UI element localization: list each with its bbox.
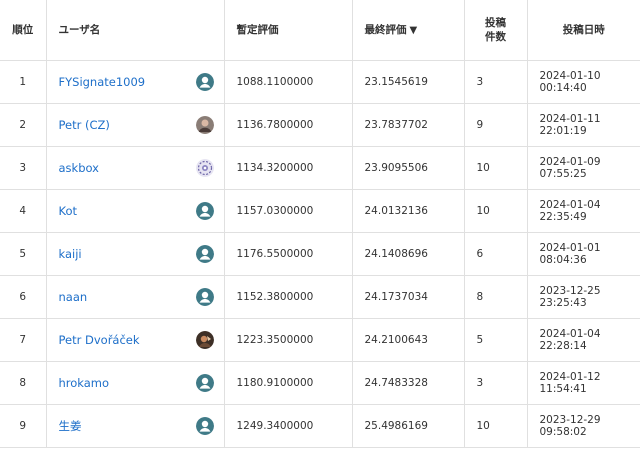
provisional-score-cell: 1249.3400000 bbox=[223, 404, 352, 448]
leaderboard-table: 順位 ユーザ名 暫定評価 最終評価 ▼ 投稿 件数 投稿日時 1 FYSignat… bbox=[0, 0, 640, 448]
submission-date-cell: 2024-01-01 08:04:36 bbox=[526, 232, 640, 276]
user-cell: kaiji bbox=[45, 232, 224, 276]
default-avatar-icon[interactable] bbox=[195, 373, 214, 392]
final-score-cell: 23.1545619 bbox=[351, 60, 464, 104]
final-score-cell: 25.4986169 bbox=[351, 404, 464, 448]
username-link[interactable]: hrokamo bbox=[59, 376, 110, 390]
header-rank[interactable]: 順位 bbox=[0, 0, 46, 61]
username-link[interactable]: Petr Dvořáček bbox=[59, 333, 140, 347]
submission-date-cell: 2024-01-10 00:14:40 bbox=[526, 60, 640, 104]
submission-count-cell: 3 bbox=[463, 60, 527, 104]
submission-count-cell: 5 bbox=[463, 318, 527, 362]
provisional-score-cell: 1223.3500000 bbox=[223, 318, 352, 362]
avatar[interactable] bbox=[195, 115, 214, 134]
user-cell: Petr Dvořáček bbox=[45, 318, 224, 362]
final-score-cell: 24.2100643 bbox=[351, 318, 464, 362]
submission-count-cell: 8 bbox=[463, 275, 527, 319]
header-final-score[interactable]: 最終評価 ▼ bbox=[351, 0, 464, 61]
final-score-cell: 24.1408696 bbox=[351, 232, 464, 276]
submission-date-cell: 2024-01-09 07:55:25 bbox=[526, 146, 640, 190]
submission-date-cell: 2023-12-29 09:58:02 bbox=[526, 404, 640, 448]
table-row: 4 Kot 1157.0300000 24.0132136 10 2024-01… bbox=[0, 189, 640, 233]
provisional-score-cell: 1176.5500000 bbox=[223, 232, 352, 276]
table-row: 3 askbox 1134.3200000 23.9095506 10 2024… bbox=[0, 146, 640, 190]
submission-date-cell: 2024-01-04 22:28:14 bbox=[526, 318, 640, 362]
final-score-cell: 23.7837702 bbox=[351, 103, 464, 147]
header-count-line1: 投稿 bbox=[485, 16, 506, 29]
final-score-cell: 24.1737034 bbox=[351, 275, 464, 319]
sort-desc-icon: ▼ bbox=[409, 25, 418, 37]
header-provisional-score[interactable]: 暫定評価 bbox=[223, 0, 352, 61]
provisional-score-cell: 1157.0300000 bbox=[223, 189, 352, 233]
default-avatar-icon[interactable] bbox=[195, 416, 214, 435]
table-row: 2 Petr (CZ) 1136.7800000 23.7837702 9 20… bbox=[0, 103, 640, 147]
submission-date-cell: 2024-01-12 11:54:41 bbox=[526, 361, 640, 405]
user-cell: naan bbox=[45, 275, 224, 319]
provisional-score-cell: 1180.9100000 bbox=[223, 361, 352, 405]
username-link[interactable]: askbox bbox=[59, 161, 100, 175]
header-count-line2: 件数 bbox=[485, 30, 506, 43]
rank-cell: 9 bbox=[0, 404, 46, 448]
final-score-cell: 24.0132136 bbox=[351, 189, 464, 233]
username-link[interactable]: naan bbox=[59, 290, 88, 304]
table-row: 8 hrokamo 1180.9100000 24.7483328 3 2024… bbox=[0, 361, 640, 405]
rank-cell: 3 bbox=[0, 146, 46, 190]
user-cell: Petr (CZ) bbox=[45, 103, 224, 147]
default-avatar-icon[interactable] bbox=[195, 201, 214, 220]
header-username[interactable]: ユーザ名 bbox=[45, 0, 224, 61]
header-final-score-label: 最終評価 bbox=[364, 24, 407, 37]
submission-date-cell: 2023-12-25 23:25:43 bbox=[526, 275, 640, 319]
submission-date-cell: 2024-01-11 22:01:19 bbox=[526, 103, 640, 147]
default-avatar-icon[interactable] bbox=[195, 287, 214, 306]
final-score-cell: 23.9095506 bbox=[351, 146, 464, 190]
rank-cell: 7 bbox=[0, 318, 46, 362]
submission-count-cell: 10 bbox=[463, 189, 527, 233]
table-row: 7 Petr Dvořáček 1223.3500000 24.2100643 … bbox=[0, 318, 640, 362]
username-link[interactable]: FYSignate1009 bbox=[59, 75, 146, 89]
username-link[interactable]: kaiji bbox=[59, 247, 82, 261]
default-avatar-icon[interactable] bbox=[195, 72, 214, 91]
user-cell: 生姜 bbox=[45, 404, 224, 448]
rank-cell: 5 bbox=[0, 232, 46, 276]
username-link[interactable]: Petr (CZ) bbox=[59, 118, 110, 132]
avatar[interactable] bbox=[195, 330, 214, 349]
default-avatar-icon[interactable] bbox=[195, 244, 214, 263]
rank-cell: 6 bbox=[0, 275, 46, 319]
user-cell: FYSignate1009 bbox=[45, 60, 224, 104]
provisional-score-cell: 1088.1100000 bbox=[223, 60, 352, 104]
rank-cell: 4 bbox=[0, 189, 46, 233]
user-cell: Kot bbox=[45, 189, 224, 233]
table-row: 9 生姜 1249.3400000 25.4986169 10 2023-12-… bbox=[0, 404, 640, 448]
rank-cell: 2 bbox=[0, 103, 46, 147]
leaderboard-body: 1 FYSignate1009 1088.1100000 23.1545619 … bbox=[0, 60, 640, 448]
submission-count-cell: 3 bbox=[463, 361, 527, 405]
user-cell: hrokamo bbox=[45, 361, 224, 405]
user-cell: askbox bbox=[45, 146, 224, 190]
header-submission-date[interactable]: 投稿日時 bbox=[526, 0, 640, 61]
username-link[interactable]: Kot bbox=[59, 204, 78, 218]
submission-date-cell: 2024-01-04 22:35:49 bbox=[526, 189, 640, 233]
provisional-score-cell: 1134.3200000 bbox=[223, 146, 352, 190]
rank-cell: 8 bbox=[0, 361, 46, 405]
submission-count-cell: 6 bbox=[463, 232, 527, 276]
header-row: 順位 ユーザ名 暫定評価 最終評価 ▼ 投稿 件数 投稿日時 bbox=[0, 0, 640, 61]
username-link[interactable]: 生姜 bbox=[59, 418, 82, 434]
rank-cell: 1 bbox=[0, 60, 46, 104]
avatar[interactable] bbox=[195, 158, 214, 177]
provisional-score-cell: 1136.7800000 bbox=[223, 103, 352, 147]
submission-count-cell: 10 bbox=[463, 146, 527, 190]
table-row: 5 kaiji 1176.5500000 24.1408696 6 2024-0… bbox=[0, 232, 640, 276]
header-submission-count[interactable]: 投稿 件数 bbox=[463, 0, 527, 61]
provisional-score-cell: 1152.3800000 bbox=[223, 275, 352, 319]
table-row: 6 naan 1152.3800000 24.1737034 8 2023-12… bbox=[0, 275, 640, 319]
submission-count-cell: 10 bbox=[463, 404, 527, 448]
submission-count-cell: 9 bbox=[463, 103, 527, 147]
final-score-cell: 24.7483328 bbox=[351, 361, 464, 405]
table-row: 1 FYSignate1009 1088.1100000 23.1545619 … bbox=[0, 60, 640, 104]
